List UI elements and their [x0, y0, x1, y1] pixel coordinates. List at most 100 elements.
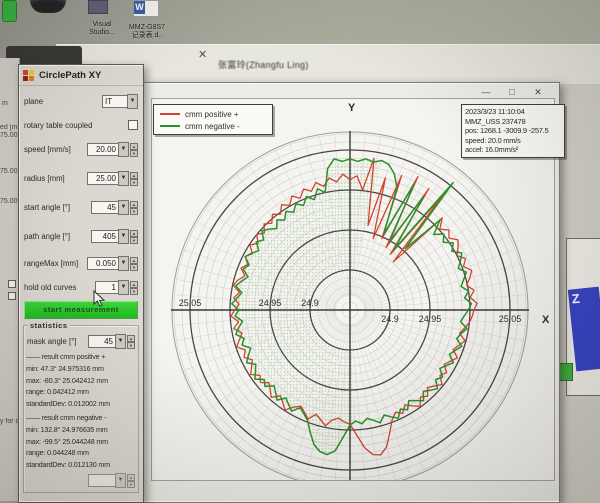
word-icon[interactable]: W — [133, 0, 159, 17]
stat-line: standardDev: 0.012130 mm — [26, 459, 136, 471]
mask-angle-row: mask angle [°] 45 ▼ ▲▼ — [26, 334, 136, 349]
background-left-panel: m ed [m 75.00 75.00 75.00 y for cr — [0, 58, 20, 501]
stat-line: —— result cmm negative - — [26, 410, 136, 424]
legend-label: cmm positive + — [185, 110, 239, 119]
clipped-row: ▼ ▲▼ — [26, 473, 136, 488]
plot-window: — □ ✕ 25.0525.0524.9524.9524.924.9YX cmm… — [142, 82, 560, 503]
rotary-row: rotary table coupled — [19, 120, 143, 130]
start-angle-input[interactable]: 45 — [91, 201, 118, 214]
legend-item: cmm negative - — [160, 120, 268, 132]
chevron-down-icon[interactable]: ▼ — [118, 200, 129, 215]
rangemax-stepper[interactable]: ▲▼ — [130, 257, 138, 270]
hold-curves-label: hold old curves — [24, 283, 76, 292]
chat-close-icon[interactable]: ✕ — [198, 48, 207, 61]
plot-legend: cmm positive + cmm negative - — [153, 104, 273, 135]
hold-curves-stepper[interactable]: ▲▼ — [130, 281, 138, 294]
mask-angle-stepper[interactable]: ▲▼ — [127, 335, 135, 348]
start-angle-label: start angle [°] — [24, 203, 70, 212]
radius-stepper[interactable]: ▲▼ — [130, 172, 138, 185]
chevron-down-icon[interactable]: ▼ — [115, 334, 126, 349]
left-panel-value: 75.00 — [0, 168, 19, 175]
start-angle-stepper[interactable]: ▲▼ — [130, 201, 138, 214]
mask-angle-label: mask angle [°] — [27, 337, 77, 346]
chevron-down-icon[interactable]: ▼ — [115, 473, 126, 488]
legend-label: cmm negative - — [185, 122, 240, 131]
chevron-down-icon[interactable]: ▼ — [118, 229, 129, 244]
status-info-box: 2023/3/23 11:10:04 MMZ_USS 237478 pos: 1… — [461, 104, 565, 158]
y-axis-label: Y — [348, 102, 356, 114]
left-panel-value: 75.00 — [0, 132, 19, 139]
plane-select[interactable]: IT — [102, 95, 127, 108]
stat-line: max: -80.3° 25.042412 mm — [26, 375, 136, 387]
chevron-down-icon[interactable]: ▼ — [118, 142, 129, 157]
chat-window-title: 张富玲(Zhangfu Ling) — [218, 58, 309, 71]
rotary-label: rotary table coupled — [24, 121, 92, 130]
left-panel-fragment: m — [2, 100, 8, 107]
chevron-down-icon[interactable]: ▼ — [118, 256, 129, 271]
rangemax-input[interactable]: 0.050 — [87, 257, 118, 270]
path-angle-label: path angle [°] — [24, 232, 70, 241]
stat-line: range: 0.042412 mm — [26, 386, 136, 398]
dialog-title: CirclePath XY — [39, 70, 101, 81]
speed-row: speed [mm/s] 20.00 ▼ ▲▼ — [19, 142, 143, 157]
mouse-cursor — [92, 290, 106, 308]
legend-swatch-negative — [160, 125, 180, 127]
radius-input[interactable]: 25.00 — [87, 172, 118, 185]
path-angle-input[interactable]: 405 — [91, 230, 118, 243]
mask-angle-input[interactable]: 45 — [88, 335, 115, 348]
path-angle-row: path angle [°] 405 ▼ ▲▼ — [19, 229, 143, 244]
rangemax-label: rangeMax [mm] — [24, 259, 78, 268]
ring-label: 24.9 — [301, 298, 319, 308]
left-panel-fragment: ed [m — [0, 124, 18, 131]
left-panel-value: 75.00 — [0, 198, 19, 205]
statistics-group: statistics mask angle [°] 45 ▼ ▲▼ —— res… — [23, 325, 139, 493]
ring-label: 24.9 — [381, 314, 399, 324]
chevron-down-icon[interactable]: ▼ — [118, 171, 129, 186]
clipped-input[interactable] — [88, 474, 115, 487]
desktop-icon-green[interactable] — [2, 0, 17, 22]
info-speed: speed: 20.0 mm/s — [465, 136, 561, 146]
x-axis-label: X — [542, 314, 550, 326]
radius-row: radius [mm] 25.00 ▼ ▲▼ — [19, 171, 143, 186]
info-position: pos: 1268.1 -3009.9 -257.5 — [465, 126, 561, 136]
rotary-table-checkbox[interactable] — [128, 120, 138, 130]
stat-line: standardDev: 0.012002 mm — [26, 398, 136, 410]
info-machine: MMZ_USS 237478 — [465, 117, 561, 127]
speed-input[interactable]: 20.00 — [87, 143, 118, 156]
circlepath-dialog: CirclePath XY plane IT ▼ rotary table co… — [18, 64, 144, 503]
ring-label: 25.05 — [179, 298, 202, 308]
start-measurement-button[interactable]: start measurement — [24, 301, 138, 319]
plane-row: plane IT ▼ — [19, 94, 143, 109]
chevron-down-icon[interactable]: ▼ — [118, 280, 129, 295]
ring-label: 24.95 — [259, 298, 282, 308]
legend-item: cmm positive + — [160, 108, 268, 120]
rangemax-row: rangeMax [mm] 0.050 ▼ ▲▼ — [19, 256, 143, 271]
circlepath-app-icon — [23, 70, 34, 81]
app-logo-icon[interactable] — [30, 0, 66, 13]
clipped-stepper[interactable]: ▲▼ — [127, 474, 135, 487]
speed-stepper[interactable]: ▲▼ — [130, 143, 138, 156]
plane-label: plane — [24, 97, 43, 106]
info-timestamp: 2023/3/23 11:10:04 — [465, 107, 561, 117]
word-letter: W — [134, 1, 145, 14]
stat-line: min: 47.3° 24.975316 mm — [26, 363, 136, 375]
chevron-down-icon[interactable]: ▼ — [127, 94, 138, 109]
statistics-group-label: statistics — [28, 321, 70, 330]
radius-label: radius [mm] — [24, 174, 65, 183]
speed-label: speed [mm/s] — [24, 145, 71, 154]
background-checkbox[interactable] — [8, 292, 16, 300]
path-angle-stepper[interactable]: ▲▼ — [130, 230, 138, 243]
stat-line: max: -99.5° 25.044248 mm — [26, 436, 136, 448]
visual-studio-icon[interactable] — [88, 0, 108, 14]
word-doc-label: MMZ-G8S7 记录表.d.. — [124, 24, 170, 40]
stat-line: min: 132.8° 24.976635 mm — [26, 424, 136, 436]
background-checkbox[interactable] — [8, 280, 16, 288]
stat-line: range: 0.044248 mm — [26, 447, 136, 459]
hold-curves-row: hold old curves 1 ▼ ▲▼ — [19, 280, 143, 295]
dialog-title-bar[interactable]: CirclePath XY — [19, 65, 143, 86]
start-angle-row: start angle [°] 45 ▼ ▲▼ — [19, 200, 143, 215]
visual-studio-label: Visual Studio... — [80, 21, 124, 37]
info-accel: accel: 16.0mm/s² — [465, 145, 561, 155]
ring-label: 25.05 — [499, 314, 522, 324]
stat-line: —— result cmm positive + — [26, 349, 136, 363]
